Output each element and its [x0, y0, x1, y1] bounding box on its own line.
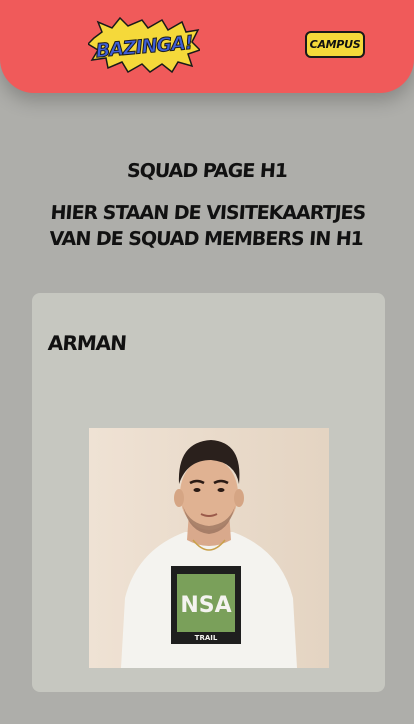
logo-burst-icon: BAZINGA!: [88, 16, 200, 74]
top-navbar: BAZINGA! CAMPUS: [0, 0, 414, 93]
bazinga-logo[interactable]: BAZINGA!: [88, 16, 200, 76]
page-title: SQUAD PAGE H1: [126, 160, 288, 182]
member-photo: NSA TRAIL: [89, 428, 329, 668]
page-heading: SQUAD PAGE H1 HIER STAAN DE VISITEKAARTJ…: [0, 160, 414, 252]
svg-text:NSA: NSA: [180, 593, 231, 618]
page-subtitle: HIER STAAN DE VISITEKAARTJES VAN DE SQUA…: [48, 202, 367, 250]
member-name: ARMAN: [47, 331, 127, 355]
campus-button[interactable]: CAMPUS: [305, 31, 365, 58]
member-card: ARMAN NSA TRAIL: [32, 293, 385, 692]
svg-text:TRAIL: TRAIL: [195, 634, 218, 642]
